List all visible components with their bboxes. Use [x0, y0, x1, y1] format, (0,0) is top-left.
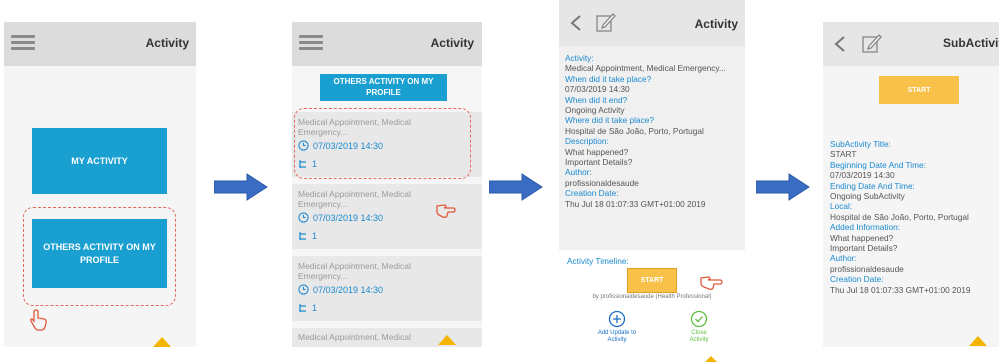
screen-subactivity-detail: SubActivity START SubActivity Title: STA… [823, 22, 999, 347]
list-item[interactable]: Medical Appointment, Medical Emergency..… [292, 184, 482, 249]
scroll-up-icon[interactable] [705, 356, 717, 362]
field-value: profissionaldesaude [565, 177, 639, 188]
field-label: Beginning Date And Time: [830, 159, 926, 170]
list-item[interactable]: Medical Appointment, Medical Emergency..… [292, 256, 482, 321]
timeline-branch-icon [299, 232, 306, 240]
highlight-outline [294, 108, 471, 179]
field-label: Author: [565, 167, 592, 178]
list-item-count: 1 [298, 231, 317, 241]
field-value: Ongoing Activity [565, 105, 625, 116]
datetime-text: 07/03/2019 14:30 [313, 212, 384, 223]
field-value: What happened? Important Details? [830, 232, 898, 254]
scroll-up-icon[interactable] [969, 336, 987, 346]
timeline-panel: Activity Timeline: START by profissional… [559, 250, 745, 362]
screen-activity-menu: Activity MY ACTIVITY OTHERS ACTIVITY ON … [4, 22, 196, 347]
field-label: When did it end? [565, 94, 628, 105]
back-chevron-icon[interactable] [833, 35, 847, 53]
page-title: Activity [430, 36, 474, 50]
activity-detail-fields: Activity: Medical Appointment, Medical E… [565, 53, 741, 209]
others-activity-header-button[interactable]: OTHERS ACTIVITY ON MY PROFILE [320, 74, 447, 101]
count-text: 1 [312, 231, 318, 241]
add-update-icon[interactable] [608, 310, 626, 328]
field-label: When did it take place? [565, 73, 652, 84]
app-bar: Activity [4, 22, 196, 66]
subactivity-start-button[interactable]: START [879, 76, 959, 104]
list-item-title: Medical Appointment, Medical [298, 332, 411, 342]
flow-arrow-icon [756, 173, 810, 201]
clock-icon [298, 284, 309, 295]
others-activity-button[interactable]: OTHERS ACTIVITY ON MY PROFILE [32, 219, 167, 288]
timeline-by-text: by profissionaldesaude (Health Professio… [592, 294, 712, 300]
field-label: Author: [830, 253, 857, 264]
field-label: Ending Date And Time: [830, 180, 915, 191]
app-bar: SubActivity [823, 22, 999, 66]
field-label: Local: [830, 201, 853, 212]
list-item-title: Medical Appointment, Medical Emergency..… [298, 261, 411, 281]
edit-pencil-icon[interactable] [861, 32, 883, 54]
field-label: Activity: [565, 53, 594, 63]
page-title: Activity [145, 36, 189, 50]
back-chevron-icon[interactable] [569, 14, 583, 32]
add-update-label[interactable]: Add Update to Activity [585, 330, 649, 344]
field-value: 07/03/2019 14:30 [830, 170, 895, 181]
pointing-hand-icon [30, 309, 47, 331]
list-item-datetime: 07/03/2019 14:30 [298, 284, 383, 295]
field-value: What happened? Important Details? [565, 146, 633, 168]
scroll-up-icon[interactable] [153, 337, 171, 347]
app-bar: Activity [292, 22, 482, 66]
flow-arrow-icon [489, 173, 543, 201]
edit-pencil-icon[interactable] [595, 11, 617, 33]
field-label: Where did it take place? [565, 115, 655, 126]
subactivity-detail-fields: SubActivity Title: START Beginning Date … [830, 139, 998, 295]
clock-icon [298, 212, 309, 223]
field-label: Added Information: [830, 222, 901, 233]
field-value: 07/03/2019 14:30 [565, 84, 630, 95]
list-item-datetime: 07/03/2019 14:30 [298, 212, 383, 223]
app-bar: Activity [559, 0, 745, 46]
field-value: Ongoing SubActivity [830, 191, 905, 202]
pointing-hand-icon [436, 204, 456, 218]
count-text: 1 [312, 303, 318, 313]
field-value: Thu Jul 18 01:07:33 GMT+01:00 2019 [565, 198, 706, 209]
hamburger-menu-icon[interactable] [11, 35, 35, 51]
screen-activity-detail: Activity Activity: Medical Appointment, … [559, 0, 745, 362]
scroll-up-icon[interactable] [438, 335, 456, 345]
close-activity-icon[interactable] [690, 310, 708, 328]
timeline-label: Activity Timeline: [567, 256, 629, 266]
pointing-hand-icon [700, 276, 723, 290]
field-value: START [830, 149, 857, 160]
timeline-branch-icon [299, 304, 306, 312]
field-value: Hospital de São João, Porto, Portugal [565, 125, 704, 136]
field-label: SubActivity Title: [830, 139, 891, 149]
timeline-start-button[interactable]: START [627, 268, 677, 293]
field-value: Thu Jul 18 01:07:33 GMT+01:00 2019 [830, 284, 971, 295]
field-value: Hospital de São João, Porto, Portugal [830, 211, 969, 222]
screen-activity-list: Activity OTHERS ACTIVITY ON MY PROFILE M… [292, 22, 482, 347]
datetime-text: 07/03/2019 14:30 [313, 284, 384, 295]
field-label: Creation Date: [565, 188, 619, 199]
field-label: Creation Date: [830, 274, 884, 285]
my-activity-button[interactable]: MY ACTIVITY [32, 128, 167, 194]
hamburger-menu-icon[interactable] [299, 35, 323, 51]
flow-arrow-icon [214, 173, 268, 201]
field-value: Medical Appointment, Medical Emergency..… [565, 63, 726, 74]
close-activity-label[interactable]: Close Activity [671, 330, 727, 344]
field-value: profissionaldesaude [830, 263, 904, 274]
list-item-count: 1 [298, 303, 317, 313]
page-title: SubActivity [943, 36, 999, 50]
page-title: Activity [694, 17, 738, 31]
field-label: Description: [565, 136, 609, 147]
